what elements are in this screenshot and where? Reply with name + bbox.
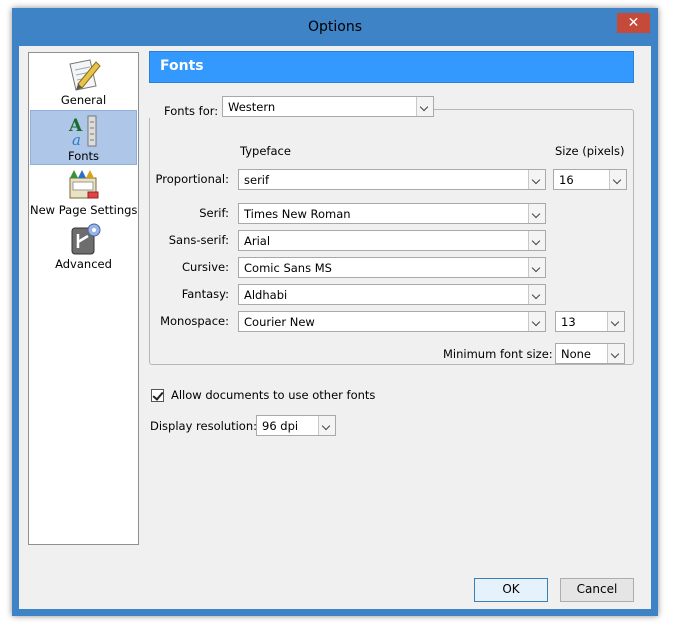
window-title: Options [307, 19, 363, 35]
monospace-size-select[interactable]: 13 [555, 311, 625, 332]
min-font-size-value: None [561, 347, 592, 361]
monospace-select[interactable]: Courier New [238, 311, 546, 332]
options-window: Options ✕ General A a Fonts New Page Set… [12, 8, 658, 616]
allow-fonts-checkbox[interactable] [151, 389, 164, 402]
chevron-down-icon [318, 416, 335, 435]
monospace-label: Monospace: [160, 314, 229, 328]
cancel-button[interactable]: Cancel [560, 578, 634, 602]
chevron-down-icon [528, 204, 545, 223]
sidebar-item-label: Advanced [55, 257, 112, 271]
proportional-size-value: 16 [559, 173, 574, 187]
sidebar-item-general[interactable]: General [30, 55, 137, 108]
chevron-down-icon [416, 97, 433, 116]
chevron-down-icon [607, 312, 624, 331]
monospace-size-value: 13 [561, 315, 576, 329]
sidebar-item-fonts[interactable]: A a Fonts [30, 110, 137, 165]
display-resolution-value: 96 dpi [262, 419, 299, 433]
sidebar-item-label: Fonts [67, 149, 100, 163]
serif-label: Serif: [199, 206, 229, 220]
fonts-icon: A a [68, 115, 96, 148]
dialog-body: General A a Fonts New Page Settings Adva… [19, 46, 651, 609]
category-list: General A a Fonts New Page Settings Adva… [28, 52, 139, 545]
cursive-value: Comic Sans MS [244, 261, 332, 275]
new-page-settings-icon [69, 170, 98, 199]
chevron-down-icon [528, 231, 545, 250]
close-button[interactable]: ✕ [617, 13, 650, 33]
sidebar-item-label: New Page Settings [30, 203, 138, 217]
min-font-size-label: Minimum font size: [443, 347, 553, 361]
title-bar[interactable]: Options ✕ [12, 8, 658, 46]
advanced-gear-icon [71, 223, 100, 255]
close-icon: ✕ [627, 15, 640, 31]
fantasy-label: Fantasy: [181, 287, 229, 301]
serif-value: Times New Roman [244, 207, 351, 221]
ok-button[interactable]: OK [474, 578, 548, 602]
chevron-down-icon [528, 312, 545, 331]
proportional-select[interactable]: serif [238, 169, 546, 190]
typeface-header: Typeface [240, 144, 291, 158]
allow-fonts-label: Allow documents to use other fonts [171, 388, 376, 402]
fantasy-value: Aldhabi [244, 288, 288, 302]
cursive-select[interactable]: Comic Sans MS [238, 257, 546, 278]
min-font-size-select[interactable]: None [555, 343, 625, 364]
proportional-size-select[interactable]: 16 [553, 169, 627, 190]
chevron-down-icon [607, 344, 624, 363]
sans-serif-label: Sans-serif: [168, 233, 229, 247]
size-header: Size (pixels) [555, 144, 625, 158]
sans-serif-value: Arial [244, 234, 271, 248]
svg-text:a: a [72, 131, 81, 148]
chevron-down-icon [609, 170, 626, 189]
cursive-label: Cursive: [182, 260, 229, 274]
sans-serif-select[interactable]: Arial [238, 230, 546, 251]
chevron-down-icon [528, 170, 545, 189]
panel-title-banner: Fonts [149, 51, 634, 83]
chevron-down-icon [528, 258, 545, 277]
serif-select[interactable]: Times New Roman [238, 203, 546, 224]
sidebar-item-label: General [60, 93, 107, 107]
sidebar-item-new-page-settings[interactable]: New Page Settings [30, 165, 137, 218]
fonts-for-value: Western [228, 100, 276, 114]
monospace-value: Courier New [244, 315, 315, 329]
fonts-for-label: Fonts for: [144, 104, 223, 118]
proportional-label: Proportional: [155, 172, 229, 186]
display-resolution-label: Display resolution: [150, 419, 258, 433]
panel-title: Fonts [160, 58, 204, 74]
fantasy-select[interactable]: Aldhabi [238, 284, 546, 305]
fonts-for-select[interactable]: Western [222, 96, 434, 117]
proportional-value: serif [244, 173, 270, 187]
display-resolution-select[interactable]: 96 dpi [256, 415, 336, 436]
chevron-down-icon [528, 285, 545, 304]
pencil-paper-icon [68, 59, 101, 91]
sidebar-item-advanced[interactable]: Advanced [30, 219, 137, 272]
